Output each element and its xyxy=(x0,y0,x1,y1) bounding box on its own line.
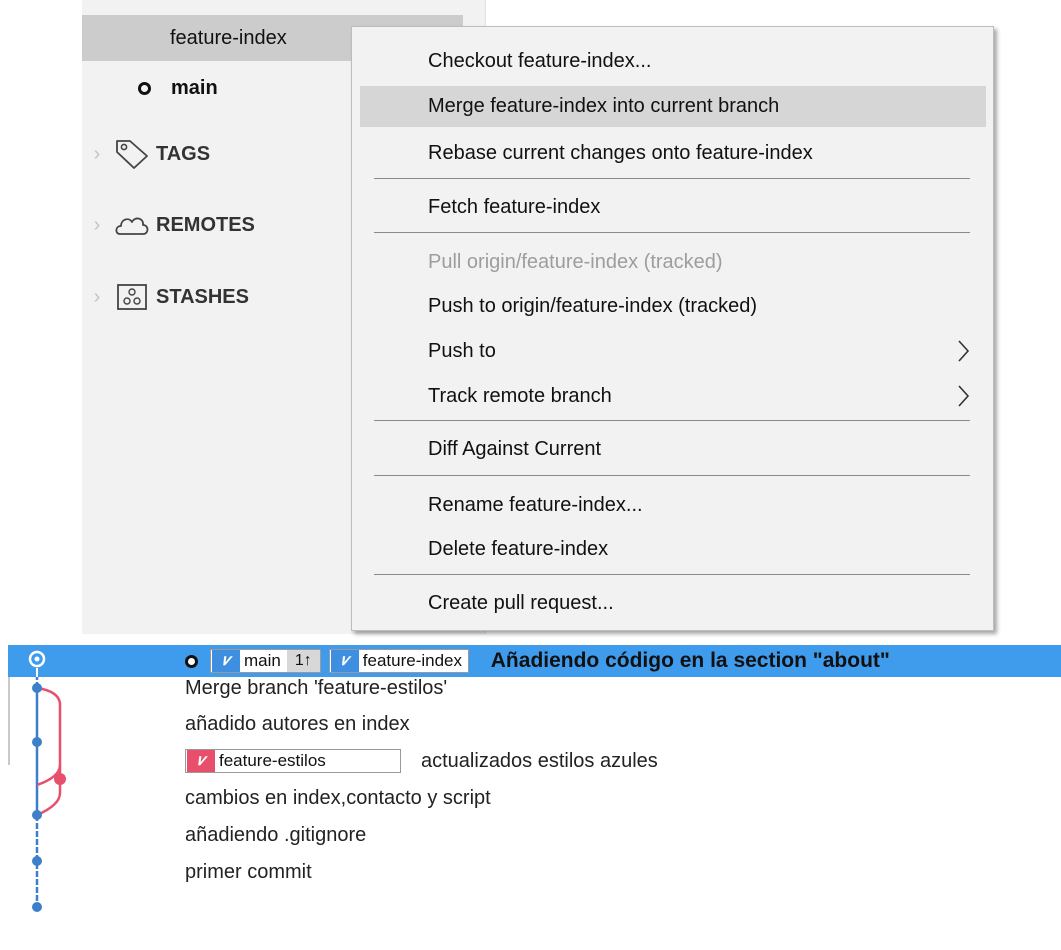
graph-node[interactable] xyxy=(32,856,42,866)
menu-item-label: Fetch feature-index xyxy=(428,196,601,218)
menu-item-delete[interactable]: Delete feature-index xyxy=(360,529,986,570)
commit-graph: 𝑣 main 1↑ 𝑣 feature-index Añadiendo códi… xyxy=(8,645,1061,950)
menu-separator xyxy=(374,232,970,233)
tag-icon xyxy=(112,137,152,171)
menu-item-label: Pull origin/feature-index (tracked) xyxy=(428,251,723,273)
menu-item-diff[interactable]: Diff Against Current xyxy=(360,429,986,470)
ref-label: feature-estilos xyxy=(219,751,326,770)
menu-item-label: Track remote branch xyxy=(428,385,612,407)
commit-message: Merge branch 'feature-estilos' xyxy=(185,676,448,699)
cloud-icon xyxy=(112,208,152,242)
commit-message: añadiendo .gitignore xyxy=(185,823,367,846)
commit-row[interactable]: primer commit xyxy=(185,855,312,889)
menu-item-create-pr[interactable]: Create pull request... xyxy=(360,583,986,624)
branch-ref-feature-index[interactable]: 𝑣 feature-index xyxy=(328,649,469,673)
branch-ref-feature-estilos[interactable]: 𝑣 feature-estilos xyxy=(185,749,401,773)
branch-icon: 𝑣 xyxy=(187,750,215,772)
section-label: TAGS xyxy=(156,142,211,165)
menu-item-label: Delete feature-index xyxy=(428,538,609,560)
ahead-count-badge: 1↑ xyxy=(286,650,320,672)
graph-node[interactable] xyxy=(32,902,42,912)
menu-item-push-to[interactable]: Push to xyxy=(360,331,986,372)
graph-node-center xyxy=(34,656,40,662)
branch-label: main xyxy=(171,76,218,99)
commit-message: cambios en index,contacto y script xyxy=(185,786,491,809)
graph-edge xyxy=(36,686,62,787)
menu-item-label: Checkout feature-index... xyxy=(428,50,652,72)
commit-row[interactable]: añadiendo .gitignore xyxy=(185,818,366,852)
menu-item-checkout[interactable]: Checkout feature-index... xyxy=(360,41,986,82)
menu-separator xyxy=(374,178,970,179)
graph-node[interactable] xyxy=(32,810,42,820)
branch-context-menu: Checkout feature-index... Merge feature-… xyxy=(351,26,994,631)
graph-node[interactable] xyxy=(32,737,42,747)
menu-item-pull: Pull origin/feature-index (tracked) xyxy=(360,242,986,283)
ref-label: main xyxy=(244,651,281,670)
head-indicator-icon xyxy=(185,654,198,668)
branch-icon: 𝑣 xyxy=(212,650,240,672)
branch-ref-main[interactable]: 𝑣 main 1↑ xyxy=(210,649,321,673)
menu-item-fetch[interactable]: Fetch feature-index xyxy=(360,187,986,228)
menu-item-label: Merge feature-index into current branch xyxy=(428,95,780,117)
branch-label: feature-index xyxy=(170,26,287,49)
current-branch-icon xyxy=(138,81,151,95)
menu-item-label: Rename feature-index... xyxy=(428,494,643,516)
section-stashes[interactable]: › STASHES xyxy=(82,275,249,319)
stash-icon xyxy=(112,280,152,314)
commit-row[interactable]: cambios en index,contacto y script xyxy=(185,781,491,815)
chevron-right-icon xyxy=(958,340,970,362)
menu-item-label: Push to origin/feature-index (tracked) xyxy=(428,295,758,317)
menu-item-track-remote[interactable]: Track remote branch xyxy=(360,376,986,417)
menu-item-label: Create pull request... xyxy=(428,592,614,614)
commit-row[interactable]: 𝑣 feature-estilos actualizados estilos a… xyxy=(185,744,658,778)
menu-separator xyxy=(374,420,970,421)
commit-message: añadido autores en index xyxy=(185,712,410,735)
graph-node[interactable] xyxy=(32,683,42,693)
commit-graph-lines xyxy=(28,650,66,912)
section-label: REMOTES xyxy=(156,213,255,236)
menu-item-label: Diff Against Current xyxy=(428,438,602,460)
chevron-right-icon[interactable]: › xyxy=(82,214,112,237)
section-tags[interactable]: › TAGS xyxy=(82,132,210,176)
graph-node[interactable] xyxy=(54,773,66,785)
section-label: STASHES xyxy=(156,285,249,308)
chevron-right-icon[interactable]: › xyxy=(82,286,112,309)
menu-item-rebase[interactable]: Rebase current changes onto feature-inde… xyxy=(360,133,986,174)
menu-item-merge[interactable]: Merge feature-index into current branch xyxy=(360,86,986,127)
commit-row[interactable]: añadido autores en index xyxy=(185,707,410,741)
chevron-right-icon[interactable]: › xyxy=(82,143,112,166)
menu-item-rename[interactable]: Rename feature-index... xyxy=(360,485,986,526)
commit-message: actualizados estilos azules xyxy=(421,749,658,772)
menu-separator xyxy=(374,574,970,575)
menu-item-label: Push to xyxy=(428,340,496,362)
commit-row[interactable]: Merge branch 'feature-estilos' xyxy=(185,671,447,705)
commit-message: Añadiendo código en la section "about" xyxy=(490,649,890,672)
section-remotes[interactable]: › REMOTES xyxy=(82,203,255,247)
menu-item-label: Rebase current changes onto feature-inde… xyxy=(428,142,813,164)
chevron-right-icon xyxy=(958,385,970,407)
branch-icon: 𝑣 xyxy=(330,650,359,672)
commit-message: primer commit xyxy=(185,860,312,883)
menu-separator xyxy=(374,475,970,476)
ref-label: feature-index xyxy=(362,651,462,670)
menu-item-push-tracked[interactable]: Push to origin/feature-index (tracked) xyxy=(360,286,986,327)
